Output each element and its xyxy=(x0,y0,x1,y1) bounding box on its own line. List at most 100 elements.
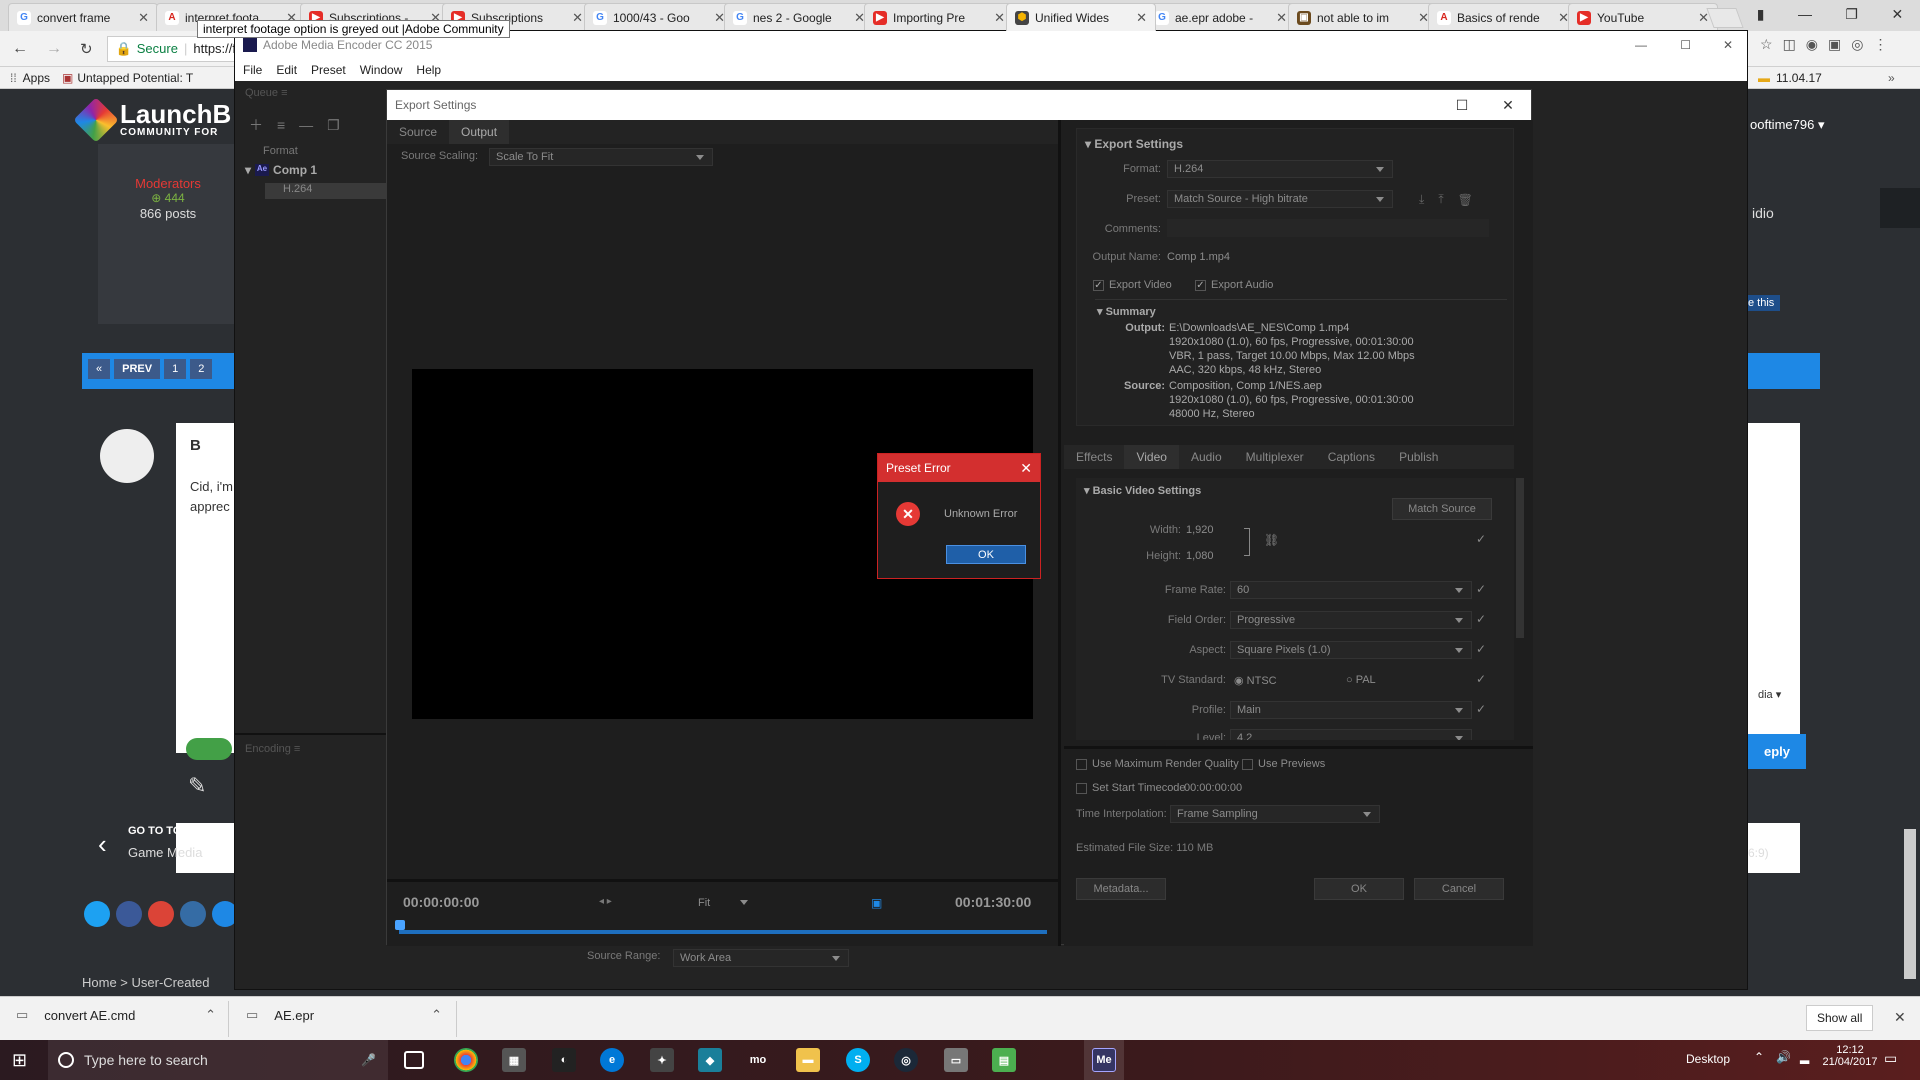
tab-captions[interactable]: Captions xyxy=(1316,445,1387,469)
browser-tab[interactable]: Gnes 2 - Google ✕ xyxy=(724,3,874,31)
close-icon[interactable]: ✕ xyxy=(1894,1009,1906,1026)
forum-logo[interactable]: LaunchB COMMUNITY FOR xyxy=(73,96,231,143)
settings-icon[interactable]: ≡ xyxy=(277,117,285,133)
export-settings-header[interactable]: ▾ Export Settings xyxy=(1085,137,1183,151)
show-all-button[interactable]: Show all xyxy=(1806,1005,1874,1031)
minimize-icon[interactable]: — xyxy=(1798,6,1812,22)
go-to-topic-link[interactable]: GO TO TOPIC LISTIN xyxy=(128,825,238,837)
tab-effects[interactable]: Effects xyxy=(1064,445,1124,469)
app-icon[interactable]: ◐ xyxy=(552,1048,576,1072)
width-value[interactable]: 1,920 xyxy=(1186,524,1214,536)
steam-icon[interactable]: ◎ xyxy=(894,1048,918,1072)
file-explorer-icon[interactable]: ▬ xyxy=(796,1048,820,1072)
close-icon[interactable]: ✕ xyxy=(1723,38,1733,52)
breadcrumb[interactable]: Home > User-Created xyxy=(82,975,210,990)
extension-icon[interactable]: ▣ xyxy=(1828,36,1841,53)
browser-tab[interactable]: G 1000/43 - Goo ✕ xyxy=(584,3,734,31)
use-previews-checkbox[interactable]: Use Previews xyxy=(1242,758,1325,770)
browser-tab[interactable]: Gae.epr adobe - ✕ xyxy=(1146,3,1296,31)
media-button[interactable]: dia ▾ xyxy=(1748,682,1792,707)
app-icon[interactable]: ✦ xyxy=(650,1048,674,1072)
profile-dropdown[interactable]: Main xyxy=(1230,701,1472,719)
windows-start-icon[interactable]: ⊞ xyxy=(12,1050,27,1071)
star-icon[interactable]: ☆ xyxy=(1760,36,1773,53)
digg-icon[interactable] xyxy=(180,901,206,927)
paperclip-icon[interactable]: ✎ xyxy=(188,773,206,799)
pal-radio[interactable]: ○ PAL xyxy=(1346,674,1376,686)
menu-file[interactable]: File xyxy=(243,63,262,77)
browser-tab[interactable]: ⬢ Unified Wides ✕ xyxy=(1006,3,1156,31)
import-preset-icon[interactable]: ⤒ xyxy=(1438,192,1443,207)
browser-tab[interactable]: A Basics of rende ✕ xyxy=(1428,3,1578,31)
desktop-toolbar[interactable]: Desktop xyxy=(1686,1052,1730,1066)
source-range-dropdown[interactable]: Work Area xyxy=(673,949,849,967)
delete-preset-icon[interactable]: 🗑 xyxy=(1458,193,1473,207)
google-plus-icon[interactable] xyxy=(148,901,174,927)
match-profile-checkbox[interactable]: ✓ xyxy=(1476,702,1486,716)
browser-tab[interactable]: Gconvert frame ✕ xyxy=(8,3,158,31)
start-timecode-checkbox[interactable]: Set Start Timecode xyxy=(1076,782,1186,794)
overflow-icon[interactable]: » xyxy=(1888,71,1895,85)
browser-tab[interactable]: ▶ YouTube ✕ xyxy=(1568,3,1718,31)
minimize-icon[interactable]: — xyxy=(1635,38,1647,52)
chevron-up-icon[interactable]: ⌃ xyxy=(205,1007,216,1023)
frame-rate-dropdown[interactable]: 60 xyxy=(1230,581,1472,599)
max-render-quality-checkbox[interactable]: Use Maximum Render Quality xyxy=(1076,758,1239,770)
browser-tab[interactable]: ▶ Importing Pre ✕ xyxy=(864,3,1014,31)
remove-icon[interactable]: — xyxy=(299,117,313,133)
pager-page-2[interactable]: 2 xyxy=(190,359,213,379)
queue-item-comp[interactable]: ▾ Ae Comp 1 xyxy=(245,163,317,177)
reply-button[interactable]: eply xyxy=(1748,734,1807,769)
download-item[interactable]: ▭ AE.epr ⌃ xyxy=(246,1007,442,1023)
menu-edit[interactable]: Edit xyxy=(276,63,297,77)
account-icon[interactable]: ▮ xyxy=(1757,6,1765,23)
export-cancel-button[interactable]: Cancel xyxy=(1414,878,1504,900)
game-media-link[interactable]: Game Media xyxy=(128,845,202,860)
match-aspect-checkbox[interactable]: ✓ xyxy=(1476,642,1486,656)
duplicate-icon[interactable]: ❐ xyxy=(327,117,340,134)
tray-chevron-icon[interactable]: ⌃ xyxy=(1754,1050,1764,1064)
tab-close-icon[interactable]: ✕ xyxy=(1276,10,1287,26)
reload-icon[interactable]: ↻ xyxy=(80,40,93,58)
edge-icon[interactable]: e xyxy=(600,1048,624,1072)
match-width-checkbox[interactable]: ✓ xyxy=(1476,532,1486,546)
timecode-in[interactable]: 00:00:00:00 xyxy=(403,894,479,910)
app-icon[interactable]: ▭ xyxy=(944,1048,968,1072)
download-item[interactable]: ▭ convert AE.cmd ⌃ xyxy=(16,1007,216,1023)
match-frame-rate-checkbox[interactable]: ✓ xyxy=(1476,582,1486,596)
export-audio-checkbox[interactable]: ✓ Export Audio xyxy=(1195,279,1273,291)
restore-icon[interactable]: ☐ xyxy=(1680,38,1691,52)
pager-first[interactable]: « xyxy=(88,359,111,379)
tab-close-icon[interactable]: ✕ xyxy=(994,10,1005,26)
facebook-icon[interactable] xyxy=(116,901,142,927)
timeline-scrubber[interactable] xyxy=(399,930,1047,934)
match-tv-checkbox[interactable]: ✓ xyxy=(1476,672,1486,686)
tab-video[interactable]: Video xyxy=(1124,445,1179,469)
toggle-switch[interactable] xyxy=(186,738,232,760)
close-icon[interactable]: ✕ xyxy=(1020,460,1032,477)
network-icon[interactable]: ▂ xyxy=(1800,1050,1809,1064)
tab-source[interactable]: Source xyxy=(387,120,449,144)
menu-help[interactable]: Help xyxy=(416,63,441,77)
export-video-checkbox[interactable]: ✓ Export Video xyxy=(1093,279,1172,291)
time-interpolation-dropdown[interactable]: Frame Sampling xyxy=(1170,805,1380,823)
twitter-icon[interactable] xyxy=(84,901,110,927)
tab-publish[interactable]: Publish xyxy=(1387,445,1450,469)
skype-icon[interactable]: S xyxy=(846,1048,870,1072)
output-name-link[interactable]: Comp 1.mp4 xyxy=(1167,251,1230,263)
app-icon[interactable]: mo xyxy=(746,1048,770,1072)
extension-icon[interactable]: ◫ xyxy=(1783,36,1796,53)
export-ok-button[interactable]: OK xyxy=(1314,878,1404,900)
menu-icon[interactable]: ⋮ xyxy=(1873,36,1887,53)
basic-video-header[interactable]: ▾ Basic Video Settings xyxy=(1084,484,1201,497)
match-source-button[interactable]: Match Source xyxy=(1392,498,1492,520)
store-icon[interactable]: ▦ xyxy=(502,1048,526,1072)
bookmark-apps[interactable]: Apps xyxy=(23,71,50,85)
bookmark-folder[interactable]: 11.04.17 xyxy=(1776,71,1822,85)
tab-output[interactable]: Output xyxy=(449,120,510,144)
user-menu[interactable]: ooftime796 ▾ xyxy=(1750,117,1824,133)
source-scaling-dropdown[interactable]: Scale To Fit xyxy=(489,148,713,166)
link-icon[interactable]: ⛓ xyxy=(1264,533,1279,547)
apps-grid-icon[interactable]: ⁞⁞ xyxy=(10,71,17,85)
restore-icon[interactable]: ❐ xyxy=(1845,6,1858,23)
